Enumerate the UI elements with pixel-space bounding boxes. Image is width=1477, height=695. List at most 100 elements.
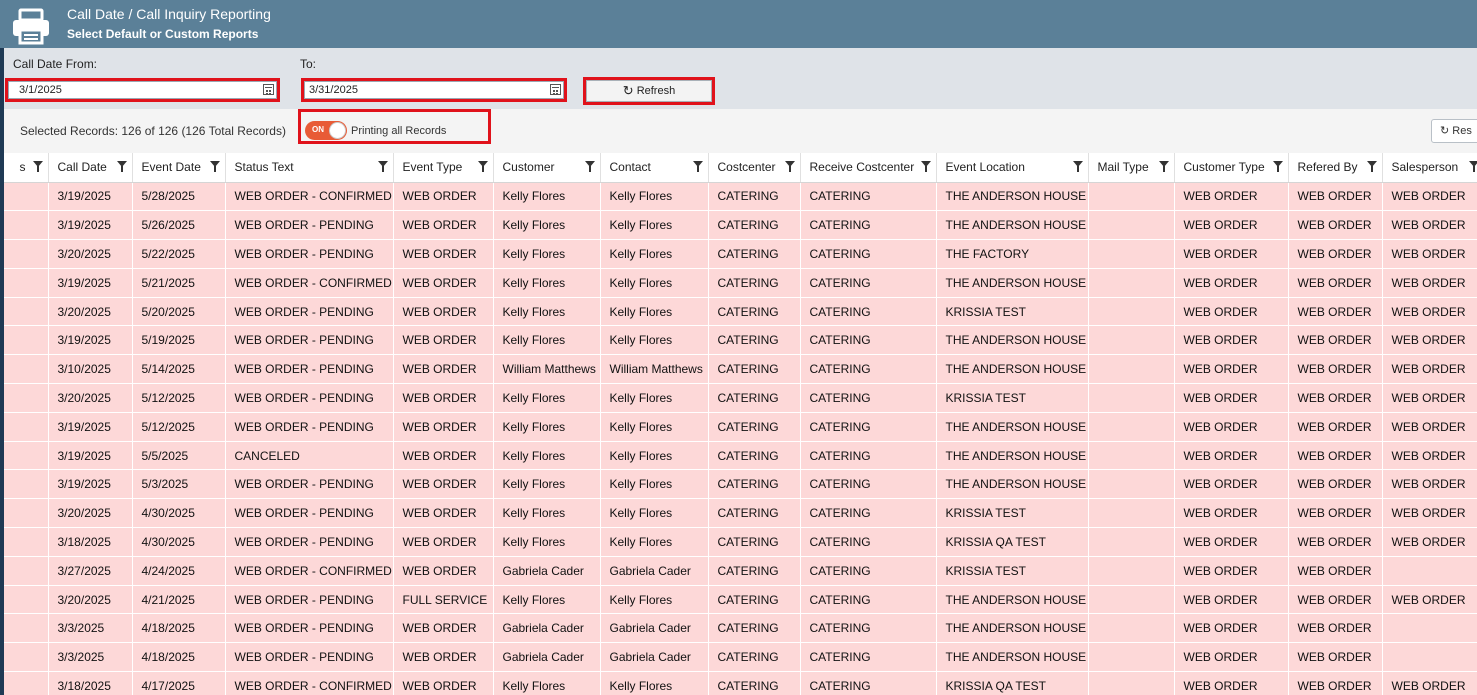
column-header-label: Event Type [402, 160, 463, 175]
column-header[interactable]: Event Location [936, 153, 1089, 183]
call-date-to-input[interactable]: 3/31/2025 [304, 81, 564, 99]
table-row[interactable]: 3/19/2025 5/12/2025 WEB ORDER - PENDING WEB… [4, 412, 1477, 442]
table-cell: WEB ORDER - PENDING [225, 354, 394, 385]
table-row[interactable]: 3/3/2025 4/18/2025 WEB ORDER - PENDING WEB … [4, 642, 1477, 673]
filter-icon[interactable] [1158, 161, 1169, 172]
printer-icon [13, 8, 49, 45]
table-cell: WEB ORDER [393, 412, 494, 442]
column-header[interactable]: Customer Type [1174, 153, 1289, 183]
column-header[interactable]: Contact [600, 153, 709, 183]
table-cell: THE ANDERSON HOUSE [936, 412, 1089, 442]
table-cell: THE FACTORY [936, 239, 1089, 269]
table-cell: WEB ORDER [1288, 441, 1383, 471]
table-row[interactable]: 3/20/2025 4/30/2025 WEB ORDER - PENDING WEB… [4, 498, 1477, 529]
table-row[interactable]: 3/19/2025 5/28/2025 WEB ORDER - CONFIRMED W… [4, 182, 1477, 212]
table-cell: WEB ORDER [1288, 585, 1383, 615]
table-row[interactable]: 3/10/2025 5/14/2025 WEB ORDER - PENDING WEB… [4, 354, 1477, 385]
toggle-knob[interactable] [329, 122, 346, 139]
refresh-button[interactable]: ↻ Refresh [586, 80, 712, 102]
filter-icon[interactable] [1072, 161, 1083, 172]
filter-icon[interactable] [692, 161, 703, 172]
call-date-from-input[interactable]: 3/1/2025 [8, 81, 277, 99]
table-row[interactable]: 3/19/2025 5/3/2025 WEB ORDER - PENDING WEB … [4, 469, 1477, 500]
table-cell: WEB ORDER [1174, 210, 1289, 241]
column-header[interactable]: Customer [493, 153, 601, 183]
table-cell: 3/19/2025 [48, 210, 133, 241]
filter-icon[interactable] [209, 161, 220, 172]
table-cell [1382, 642, 1477, 673]
column-header[interactable]: Refered By [1288, 153, 1383, 183]
table-cell: KRISSIA TEST [936, 297, 1089, 327]
column-header-label: Customer Type [1183, 160, 1265, 175]
call-date-from-field[interactable]: 3/1/2025 [5, 78, 280, 102]
table-cell [4, 412, 49, 442]
table-cell: Kelly Flores [600, 268, 709, 298]
column-header[interactable]: Call Date [48, 153, 133, 183]
filter-icon[interactable] [784, 161, 795, 172]
table-cell [4, 498, 49, 529]
filter-icon[interactable] [116, 161, 127, 172]
table-cell: Kelly Flores [600, 671, 709, 695]
table-row[interactable]: 3/20/2025 4/21/2025 WEB ORDER - PENDING FUL… [4, 585, 1477, 615]
column-header[interactable]: Status Text [225, 153, 394, 183]
table-cell: CATERING [800, 498, 937, 529]
column-header[interactable]: Costcenter [708, 153, 801, 183]
table-cell [1088, 297, 1175, 327]
table-row[interactable]: 3/20/2025 5/20/2025 WEB ORDER - PENDING WEB… [4, 297, 1477, 327]
app-header: Call Date / Call Inquiry Reporting Selec… [0, 0, 1477, 48]
filter-icon[interactable] [1272, 161, 1283, 172]
table-cell: 3/3/2025 [48, 613, 133, 644]
records-table: s Call Date Event Date Status Text Event Typ… [4, 153, 1477, 695]
page-subtitle: Select Default or Custom Reports [67, 27, 259, 41]
column-header[interactable]: Receive Costcenter [800, 153, 937, 183]
column-header[interactable]: Event Date [132, 153, 226, 183]
filter-icon[interactable] [32, 161, 43, 172]
table-cell: WEB ORDER [393, 239, 494, 269]
table-row[interactable]: 3/20/2025 5/22/2025 WEB ORDER - PENDING WEB… [4, 239, 1477, 269]
table-row[interactable]: 3/19/2025 5/19/2025 WEB ORDER - PENDING WEB… [4, 325, 1477, 356]
table-row[interactable]: 3/3/2025 4/18/2025 WEB ORDER - PENDING WEB … [4, 613, 1477, 644]
filter-icon[interactable] [377, 161, 388, 172]
table-row[interactable]: 3/20/2025 5/12/2025 WEB ORDER - PENDING WEB… [4, 383, 1477, 413]
table-cell: WEB ORDER - PENDING [225, 412, 394, 442]
filter-icon[interactable] [584, 161, 595, 172]
table-cell: Kelly Flores [600, 441, 709, 471]
filter-icon[interactable] [1366, 161, 1377, 172]
filter-icon[interactable] [1468, 161, 1477, 172]
table-row[interactable]: 3/19/2025 5/26/2025 WEB ORDER - PENDING WEB… [4, 210, 1477, 241]
column-header[interactable]: s [4, 153, 49, 183]
column-header[interactable]: Salesperson [1382, 153, 1477, 183]
call-date-to-field[interactable]: 3/31/2025 [301, 78, 567, 102]
calendar-icon[interactable] [263, 84, 274, 95]
table-cell: CATERING [800, 325, 937, 356]
table-cell: William Matthews [493, 354, 601, 385]
table-cell: THE ANDERSON HOUSE [936, 441, 1089, 471]
calendar-icon[interactable] [550, 84, 561, 95]
column-header[interactable]: Mail Type [1088, 153, 1175, 183]
filter-icon[interactable] [477, 161, 488, 172]
table-cell [1088, 671, 1175, 695]
table-cell: WEB ORDER [393, 297, 494, 327]
table-row[interactable]: 3/27/2025 4/24/2025 WEB ORDER - CONFIRMED W… [4, 556, 1477, 586]
table-cell: CATERING [800, 469, 937, 500]
table-row[interactable]: 3/18/2025 4/17/2025 WEB ORDER - CONFIRMED W… [4, 671, 1477, 695]
table-cell: Kelly Flores [493, 498, 601, 529]
table-cell: WEB ORDER - PENDING [225, 527, 394, 557]
table-row[interactable]: 3/18/2025 4/30/2025 WEB ORDER - PENDING WEB… [4, 527, 1477, 557]
table-cell: CATERING [800, 239, 937, 269]
print-all-toggle[interactable]: ON [305, 121, 347, 140]
table-cell: CATERING [708, 556, 801, 586]
refresh-icon: ↻ [622, 83, 634, 98]
column-header[interactable]: Event Type [393, 153, 494, 183]
table-cell [4, 383, 49, 413]
table-cell: WEB ORDER [1382, 527, 1477, 557]
filter-icon[interactable] [920, 161, 931, 172]
table-row[interactable]: 3/19/2025 5/21/2025 WEB ORDER - CONFIRMED W… [4, 268, 1477, 298]
reset-button[interactable]: ↻ Res [1431, 119, 1477, 143]
table-cell: WEB ORDER [1382, 469, 1477, 500]
table-cell: WEB ORDER [1288, 239, 1383, 269]
table-cell: THE ANDERSON HOUSE [936, 182, 1089, 212]
table-cell: WEB ORDER - PENDING [225, 613, 394, 644]
table-cell: Kelly Flores [600, 182, 709, 212]
table-row[interactable]: 3/19/2025 5/5/2025 CANCELED WEB ORDER Kelly … [4, 441, 1477, 471]
